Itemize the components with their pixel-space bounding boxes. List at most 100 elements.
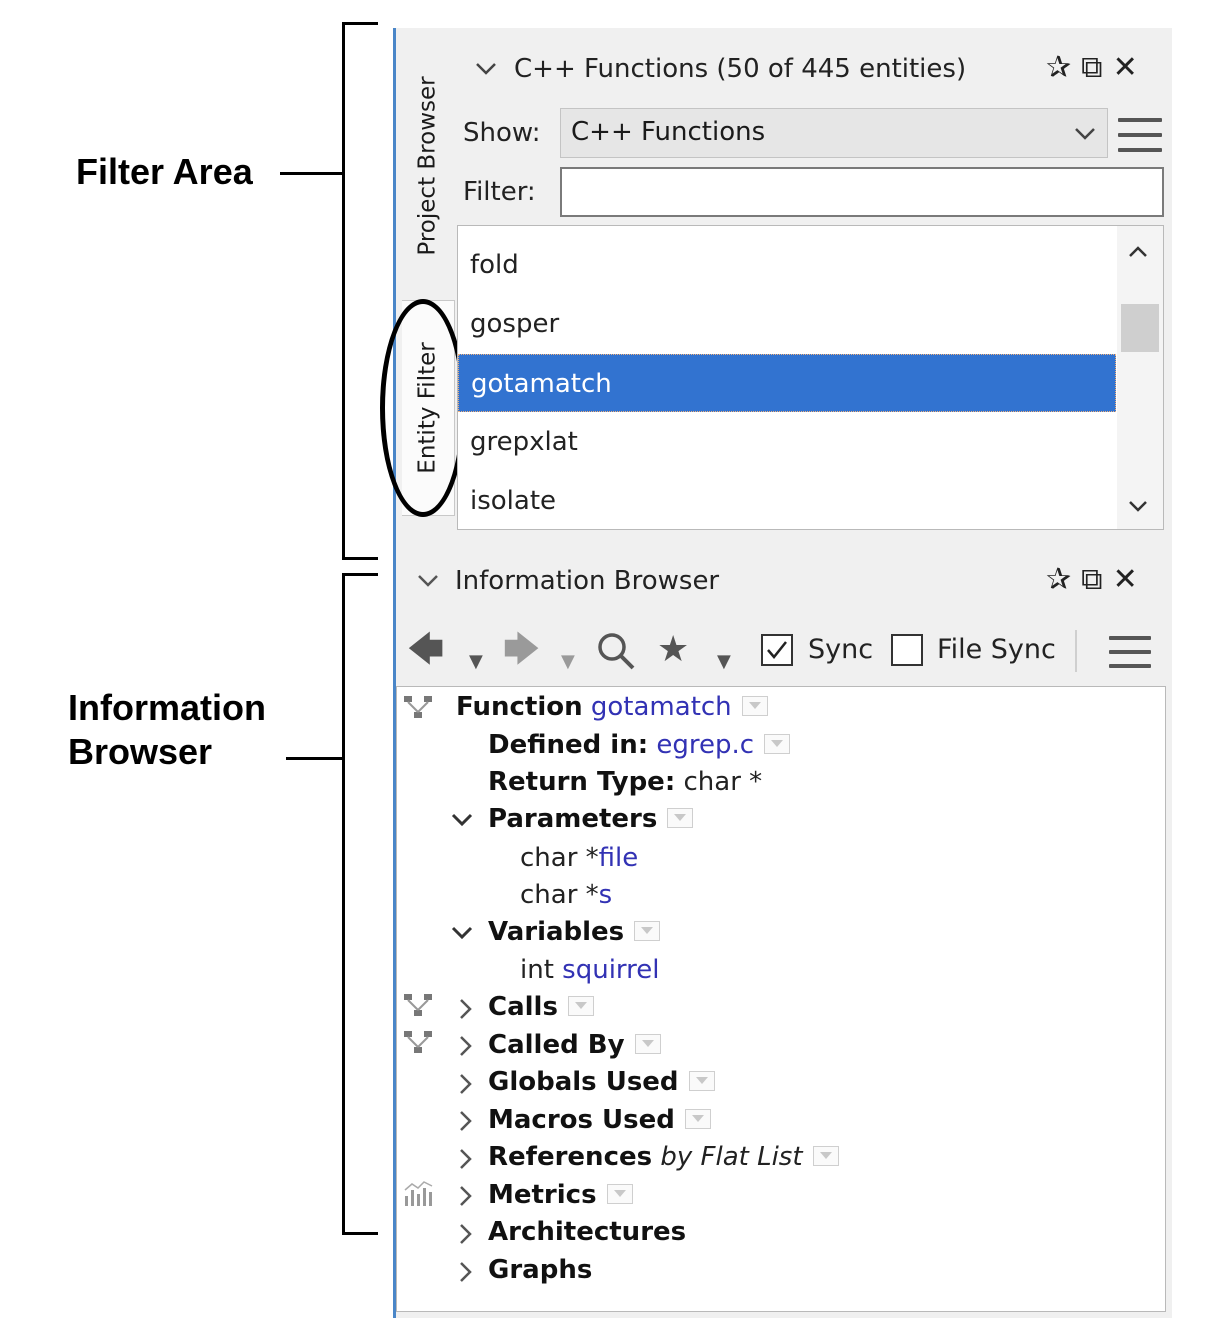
row-menu-icon[interactable] <box>764 733 791 754</box>
filter-area-bracket-bottom <box>342 557 378 560</box>
list-item[interactable]: fold <box>458 236 1116 294</box>
pin-icon[interactable]: ✰ <box>1046 52 1071 84</box>
parameter-name-link[interactable]: s <box>599 880 613 910</box>
variable-row: int squirrel <box>520 955 660 985</box>
filter-label: Filter: <box>463 177 536 207</box>
row-menu-icon[interactable] <box>688 1070 715 1091</box>
list-item[interactable]: isolate <box>458 472 1116 529</box>
back-arrow-icon[interactable]: 🡄 <box>407 628 444 672</box>
return-type-row: Return Type: char * <box>488 767 762 797</box>
variables-label[interactable]: Variables <box>488 917 624 947</box>
architectures-label[interactable]: Architectures <box>488 1217 686 1247</box>
entity-list[interactable]: fold gosper gotamatch grepxlat isolate <box>457 225 1164 530</box>
list-item[interactable]: gosper <box>458 295 1116 353</box>
chevron-right-icon[interactable] <box>454 1034 478 1058</box>
chevron-right-icon[interactable] <box>454 1109 478 1133</box>
row-menu-icon[interactable] <box>634 1033 661 1054</box>
filter-area-callout: Filter Area <box>76 151 253 192</box>
info-toolbar: 🡄 ▼ 🡆 ▼ ★ ▼ Sync File Sync <box>405 624 1165 680</box>
file-sync-checkbox[interactable] <box>891 634 923 666</box>
info-browser-callout-line1: Information <box>68 687 266 728</box>
search-icon[interactable] <box>595 630 637 672</box>
scrollbar-thumb[interactable] <box>1121 304 1159 352</box>
references-mode[interactable]: by Flat List <box>660 1142 802 1172</box>
row-menu-icon[interactable] <box>667 807 694 828</box>
variables-row: Variables <box>488 917 661 947</box>
chevron-right-icon[interactable] <box>454 1072 478 1096</box>
defined-in-link[interactable]: egrep.c <box>656 730 754 760</box>
tab-project-browser-label: Project Browser <box>415 76 441 256</box>
filter-panel-window-controls: ✰ ⧉ ✕ <box>1046 52 1138 84</box>
row-menu-icon[interactable] <box>634 920 661 941</box>
sync-checkbox[interactable] <box>761 634 793 666</box>
file-sync-label: File Sync <box>937 634 1056 665</box>
called-by-label[interactable]: Called By <box>488 1030 625 1060</box>
defined-in-row: Defined in: egrep.c <box>488 730 791 760</box>
chevron-right-icon[interactable] <box>454 1222 478 1246</box>
show-dropdown[interactable]: C++ Functions <box>560 108 1108 158</box>
chevron-right-icon[interactable] <box>454 1184 478 1208</box>
metrics-row: Metrics <box>488 1180 633 1210</box>
chevron-down-icon[interactable] <box>474 60 498 78</box>
filter-area-bracket-top <box>342 22 378 25</box>
chevron-down-icon[interactable] <box>416 572 440 590</box>
parameters-row: Parameters <box>488 804 694 834</box>
close-icon[interactable]: ✕ <box>1113 52 1138 84</box>
list-item[interactable]: grepxlat <box>458 413 1116 471</box>
graphs-label[interactable]: Graphs <box>488 1255 592 1285</box>
variable-name-link[interactable]: squirrel <box>562 955 659 985</box>
row-menu-icon[interactable] <box>741 695 768 716</box>
chevron-down-icon[interactable] <box>450 925 474 941</box>
variable-type: int <box>520 955 554 985</box>
calls-label[interactable]: Calls <box>488 992 558 1022</box>
forward-history-dropdown-icon[interactable]: ▼ <box>561 640 575 684</box>
parameter-name-link[interactable]: file <box>599 843 639 873</box>
parameters-label[interactable]: Parameters <box>488 804 657 834</box>
list-item-selected[interactable]: gotamatch <box>458 354 1116 412</box>
tab-project-browser[interactable]: Project Browser <box>402 40 454 292</box>
parameter-row: char *s <box>520 880 612 910</box>
metrics-icon[interactable] <box>402 1180 434 1208</box>
macros-used-row: Macros Used <box>488 1105 711 1135</box>
checkmark-icon <box>767 641 787 659</box>
bookmark-dropdown-icon[interactable]: ▼ <box>717 640 731 684</box>
pin-icon[interactable]: ✰ <box>1046 564 1071 596</box>
info-menu-icon[interactable] <box>1109 636 1151 668</box>
filter-area-bracket <box>342 22 345 560</box>
close-icon[interactable]: ✕ <box>1113 564 1138 596</box>
back-history-dropdown-icon[interactable]: ▼ <box>469 640 483 684</box>
scroll-up-icon[interactable] <box>1127 244 1149 260</box>
chevron-down-icon[interactable] <box>450 812 474 828</box>
filter-panel-title: C++ Functions (50 of 445 entities) <box>514 54 967 84</box>
macros-used-label[interactable]: Macros Used <box>488 1105 675 1135</box>
graph-icon[interactable] <box>402 1029 434 1057</box>
restore-icon[interactable]: ⧉ <box>1081 564 1102 596</box>
chevron-right-icon[interactable] <box>454 1260 478 1284</box>
row-menu-icon[interactable] <box>567 995 594 1016</box>
references-label[interactable]: References <box>488 1142 652 1172</box>
row-menu-icon[interactable] <box>812 1145 839 1166</box>
row-menu-icon[interactable] <box>684 1108 711 1129</box>
list-scrollbar[interactable] <box>1117 226 1163 529</box>
forward-arrow-icon[interactable]: 🡆 <box>503 628 540 672</box>
chevron-right-icon[interactable] <box>454 1147 478 1171</box>
called-by-row: Called By <box>488 1030 661 1060</box>
row-menu-icon[interactable] <box>606 1183 633 1204</box>
graph-icon[interactable] <box>402 992 434 1020</box>
metrics-label[interactable]: Metrics <box>488 1180 597 1210</box>
return-type-label: Return Type: <box>488 767 676 797</box>
parameter-type: char * <box>520 843 599 873</box>
chevron-right-icon[interactable] <box>454 997 478 1021</box>
globals-used-label[interactable]: Globals Used <box>488 1067 679 1097</box>
function-row: Function gotamatch <box>456 692 768 722</box>
parameter-type: char * <box>520 880 599 910</box>
function-name-link[interactable]: gotamatch <box>591 692 732 722</box>
scroll-down-icon[interactable] <box>1127 498 1149 514</box>
restore-icon[interactable]: ⧉ <box>1081 52 1102 84</box>
filter-menu-icon[interactable] <box>1118 118 1162 152</box>
star-icon[interactable]: ★ <box>657 628 689 672</box>
filter-input[interactable] <box>560 167 1164 217</box>
graph-icon[interactable] <box>402 694 434 722</box>
filter-area-leader <box>280 172 342 175</box>
info-browser-bracket-bottom <box>342 1232 378 1235</box>
